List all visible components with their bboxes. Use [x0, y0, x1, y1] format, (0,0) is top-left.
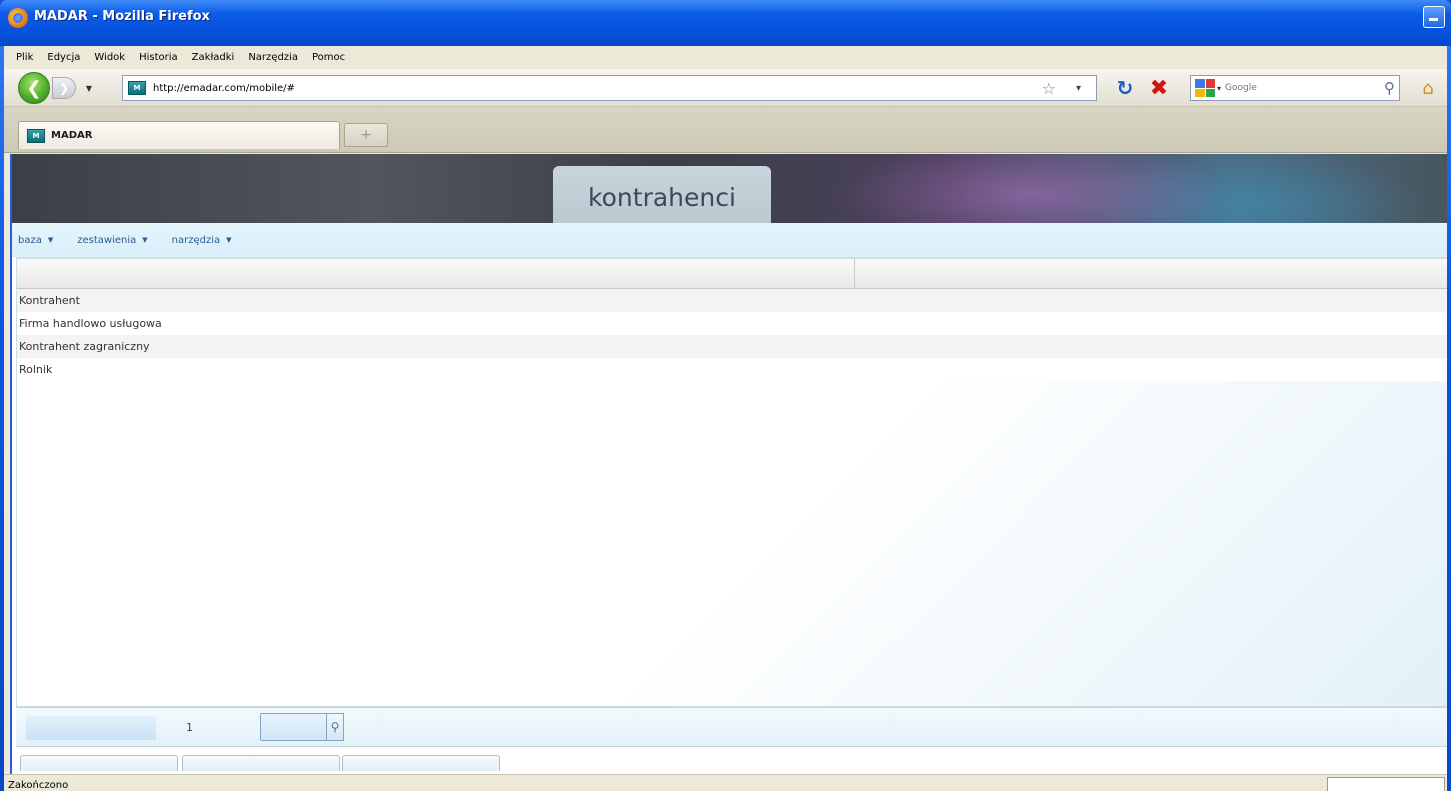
status-bar: Zakończono [4, 774, 1447, 791]
home-icon[interactable]: ⌂ [1416, 76, 1440, 100]
window-title: MADAR - Mozilla Firefox [34, 9, 210, 24]
bottom-tab[interactable] [182, 755, 340, 771]
menu-narzedzia-label: narzędzia [171, 234, 221, 246]
browser-client: Plik Edycja Widok Historia Zakładki Narz… [4, 46, 1447, 791]
header-title-box: kontrahenci [553, 166, 771, 223]
menu-historia[interactable]: Historia [139, 52, 178, 63]
tab-label: MADAR [51, 130, 93, 141]
menu-zestawienia[interactable]: zestawienia ▼ [77, 235, 147, 246]
table-row[interactable]: Kontrahent zagraniczny [17, 335, 1447, 358]
menu-baza-label: baza [18, 234, 42, 246]
grid-header [17, 258, 1447, 289]
bottom-tab[interactable] [20, 755, 178, 771]
page-title: kontrahenci [588, 183, 736, 212]
menu-widok[interactable]: Widok [94, 52, 125, 63]
tab-favicon-icon: M [27, 128, 45, 143]
tab-madar[interactable]: M MADAR [18, 121, 340, 149]
url-bar[interactable]: M http://emadar.com/mobile/# ☆ ▾ [122, 75, 1097, 101]
stop-icon[interactable]: ✖ [1146, 75, 1172, 101]
pager-prev-button[interactable] [26, 716, 156, 740]
menu-narzedzia-app[interactable]: narzędzia ▼ [172, 235, 232, 246]
minimize-button[interactable] [1423, 6, 1445, 28]
magnifier-icon[interactable]: ⚲ [1384, 79, 1395, 97]
menu-plik[interactable]: Plik [16, 52, 33, 63]
data-grid: Kontrahent Firma handlowo usługowa Kontr… [16, 257, 1447, 707]
page-content: kontrahenci baza ▼ zestawienia ▼ narzędz… [10, 154, 1447, 778]
table-row[interactable]: Kontrahent [17, 289, 1447, 312]
navigation-toolbar: ❮ ❯ ▼ M http://emadar.com/mobile/# ☆ ▾ ↻… [4, 69, 1447, 107]
app-menu: baza ▼ zestawienia ▼ narzędzia ▼ [12, 223, 1447, 257]
caret-down-icon: ▼ [47, 236, 54, 244]
url-text[interactable]: http://emadar.com/mobile/# [153, 83, 295, 94]
menu-baza[interactable]: baza ▼ [18, 235, 53, 246]
grid-column-header[interactable] [17, 259, 855, 288]
header-banner: kontrahenci [12, 154, 1447, 223]
status-text: Zakończono [8, 779, 69, 791]
table-row[interactable]: Rolnik [17, 358, 1447, 381]
url-dropdown-icon[interactable]: ▾ [1076, 83, 1081, 94]
reload-icon[interactable]: ↻ [1112, 75, 1138, 101]
bottom-tab[interactable] [342, 755, 500, 771]
search-input[interactable] [1225, 83, 1346, 93]
menu-zestawienia-label: zestawienia [77, 234, 137, 246]
pager-page-number: 1 [186, 721, 193, 734]
star-icon[interactable]: ☆ [1042, 79, 1056, 98]
back-arrow-icon[interactable]: ❮ [18, 72, 50, 104]
search-engine-dropdown-icon[interactable]: ▾ [1217, 84, 1221, 93]
table-row[interactable]: Firma handlowo usługowa [17, 312, 1447, 335]
pager-search-icon[interactable]: ⚲ [326, 713, 344, 741]
menu-pomoc[interactable]: Pomoc [312, 52, 345, 63]
menu-edycja[interactable]: Edycja [47, 52, 80, 63]
menu-zakladki[interactable]: Zakładki [192, 52, 235, 63]
history-dropdown-icon[interactable]: ▼ [80, 77, 98, 99]
new-tab-button[interactable]: + [344, 123, 388, 147]
site-favicon-icon: M [128, 81, 146, 95]
forward-arrow-icon[interactable]: ❯ [52, 77, 76, 99]
caret-down-icon: ▼ [142, 236, 148, 244]
status-panel [1327, 777, 1445, 791]
search-bar[interactable]: ▾ ⚲ [1190, 75, 1400, 101]
pager: 1 ⚲ [16, 707, 1447, 747]
google-engine-icon[interactable] [1195, 79, 1215, 97]
browser-window: MADAR - Mozilla Firefox Plik Edycja Wido… [0, 0, 1451, 791]
title-bar: MADAR - Mozilla Firefox [0, 0, 1451, 46]
status-bar-inner: Zakończono [4, 774, 1447, 791]
menu-narzedzia[interactable]: Narzędzia [248, 52, 298, 63]
tab-bar: M MADAR + [4, 107, 1447, 153]
firefox-icon [8, 8, 28, 28]
caret-down-icon: ▼ [226, 236, 232, 244]
menu-bar: Plik Edycja Widok Historia Zakładki Narz… [4, 46, 1447, 69]
pager-page-input[interactable] [260, 713, 328, 741]
grid-column-header[interactable] [855, 259, 1447, 288]
